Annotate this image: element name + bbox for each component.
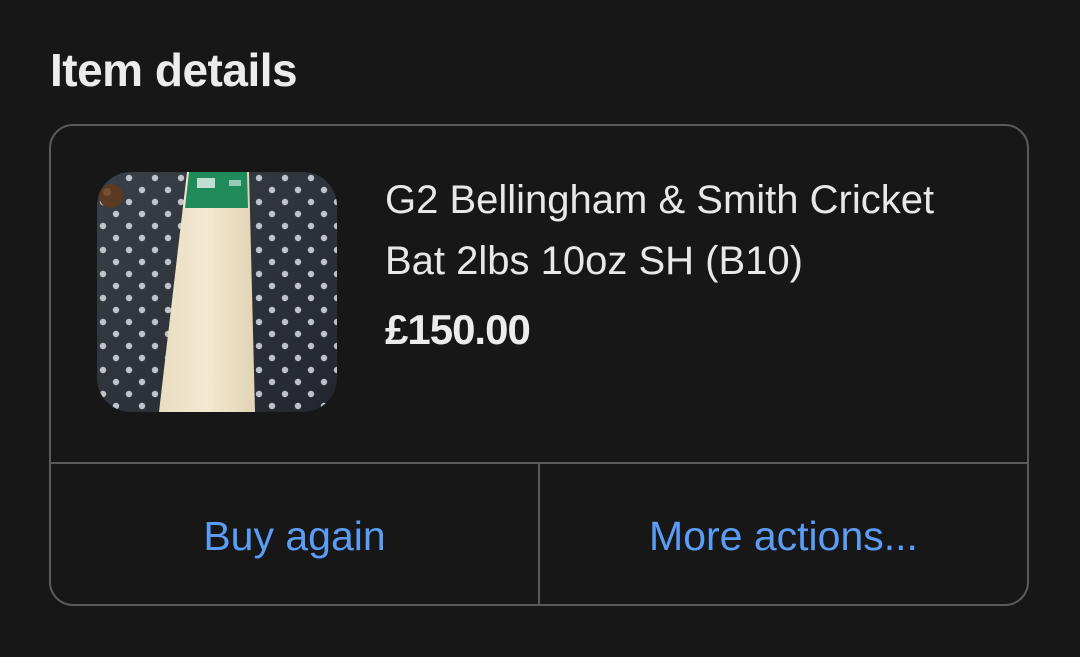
- cricket-bat-image: [97, 172, 337, 412]
- item-price: £150.00: [385, 306, 531, 353]
- section-title: Item details: [50, 44, 298, 96]
- item-card: G2 Bellingham & Smith Cricket Bat 2lbs 1…: [49, 124, 1029, 606]
- item-title[interactable]: G2 Bellingham & Smith Cricket Bat 2lbs 1…: [385, 170, 1005, 292]
- item-summary: G2 Bellingham & Smith Cricket Bat 2lbs 1…: [51, 126, 1027, 464]
- item-thumbnail[interactable]: [97, 172, 337, 412]
- item-actions: Buy again More actions...: [51, 462, 1027, 604]
- buy-again-button[interactable]: Buy again: [51, 462, 538, 604]
- more-actions-button[interactable]: More actions...: [540, 462, 1027, 604]
